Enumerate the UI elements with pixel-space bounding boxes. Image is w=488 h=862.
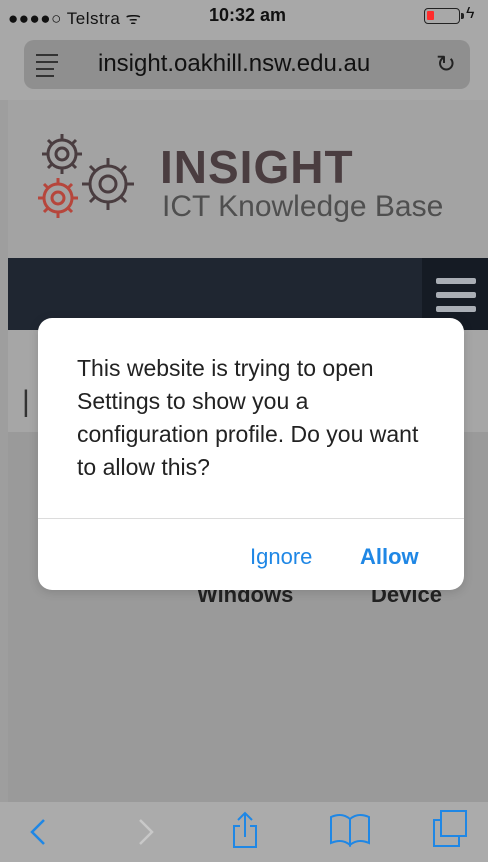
browser-toolbar [0, 802, 488, 862]
bookmarks-icon[interactable] [328, 812, 372, 848]
forward-icon[interactable] [134, 816, 158, 848]
url-field[interactable]: insight.oakhill.nsw.edu.au ↻ [24, 40, 470, 89]
status-bar: ●●●●○ Telstra ᯤ 10:32 am ϟ [0, 0, 488, 30]
url-text[interactable]: insight.oakhill.nsw.edu.au [98, 50, 370, 78]
reader-view-icon[interactable] [36, 54, 58, 82]
open-settings-alert: This website is trying to open Settings … [38, 318, 464, 590]
gears-logo-icon [38, 134, 134, 218]
alert-message: This website is trying to open Settings … [77, 355, 419, 480]
alert-divider [38, 518, 464, 519]
site-subtitle: ICT Knowledge Base [162, 190, 444, 223]
text-cursor: | [22, 385, 30, 418]
browser-address-bar: insight.oakhill.nsw.edu.au ↻ [0, 30, 488, 100]
allow-button[interactable]: Allow [360, 544, 419, 570]
clock: 10:32 am [209, 5, 287, 25]
carrier-signal: ●●●●○ Telstra ᯤ [8, 9, 142, 28]
ignore-button[interactable]: Ignore [250, 544, 312, 570]
charging-icon: ϟ [466, 5, 475, 22]
site-header: INSIGHT ICT Knowledge Base [8, 100, 488, 258]
tabs-icon[interactable] [430, 808, 470, 850]
battery-icon [424, 8, 464, 24]
reload-icon[interactable]: ↻ [436, 50, 456, 79]
back-icon[interactable] [26, 816, 50, 848]
site-title: INSIGHT [160, 141, 354, 193]
share-icon[interactable] [230, 810, 260, 850]
